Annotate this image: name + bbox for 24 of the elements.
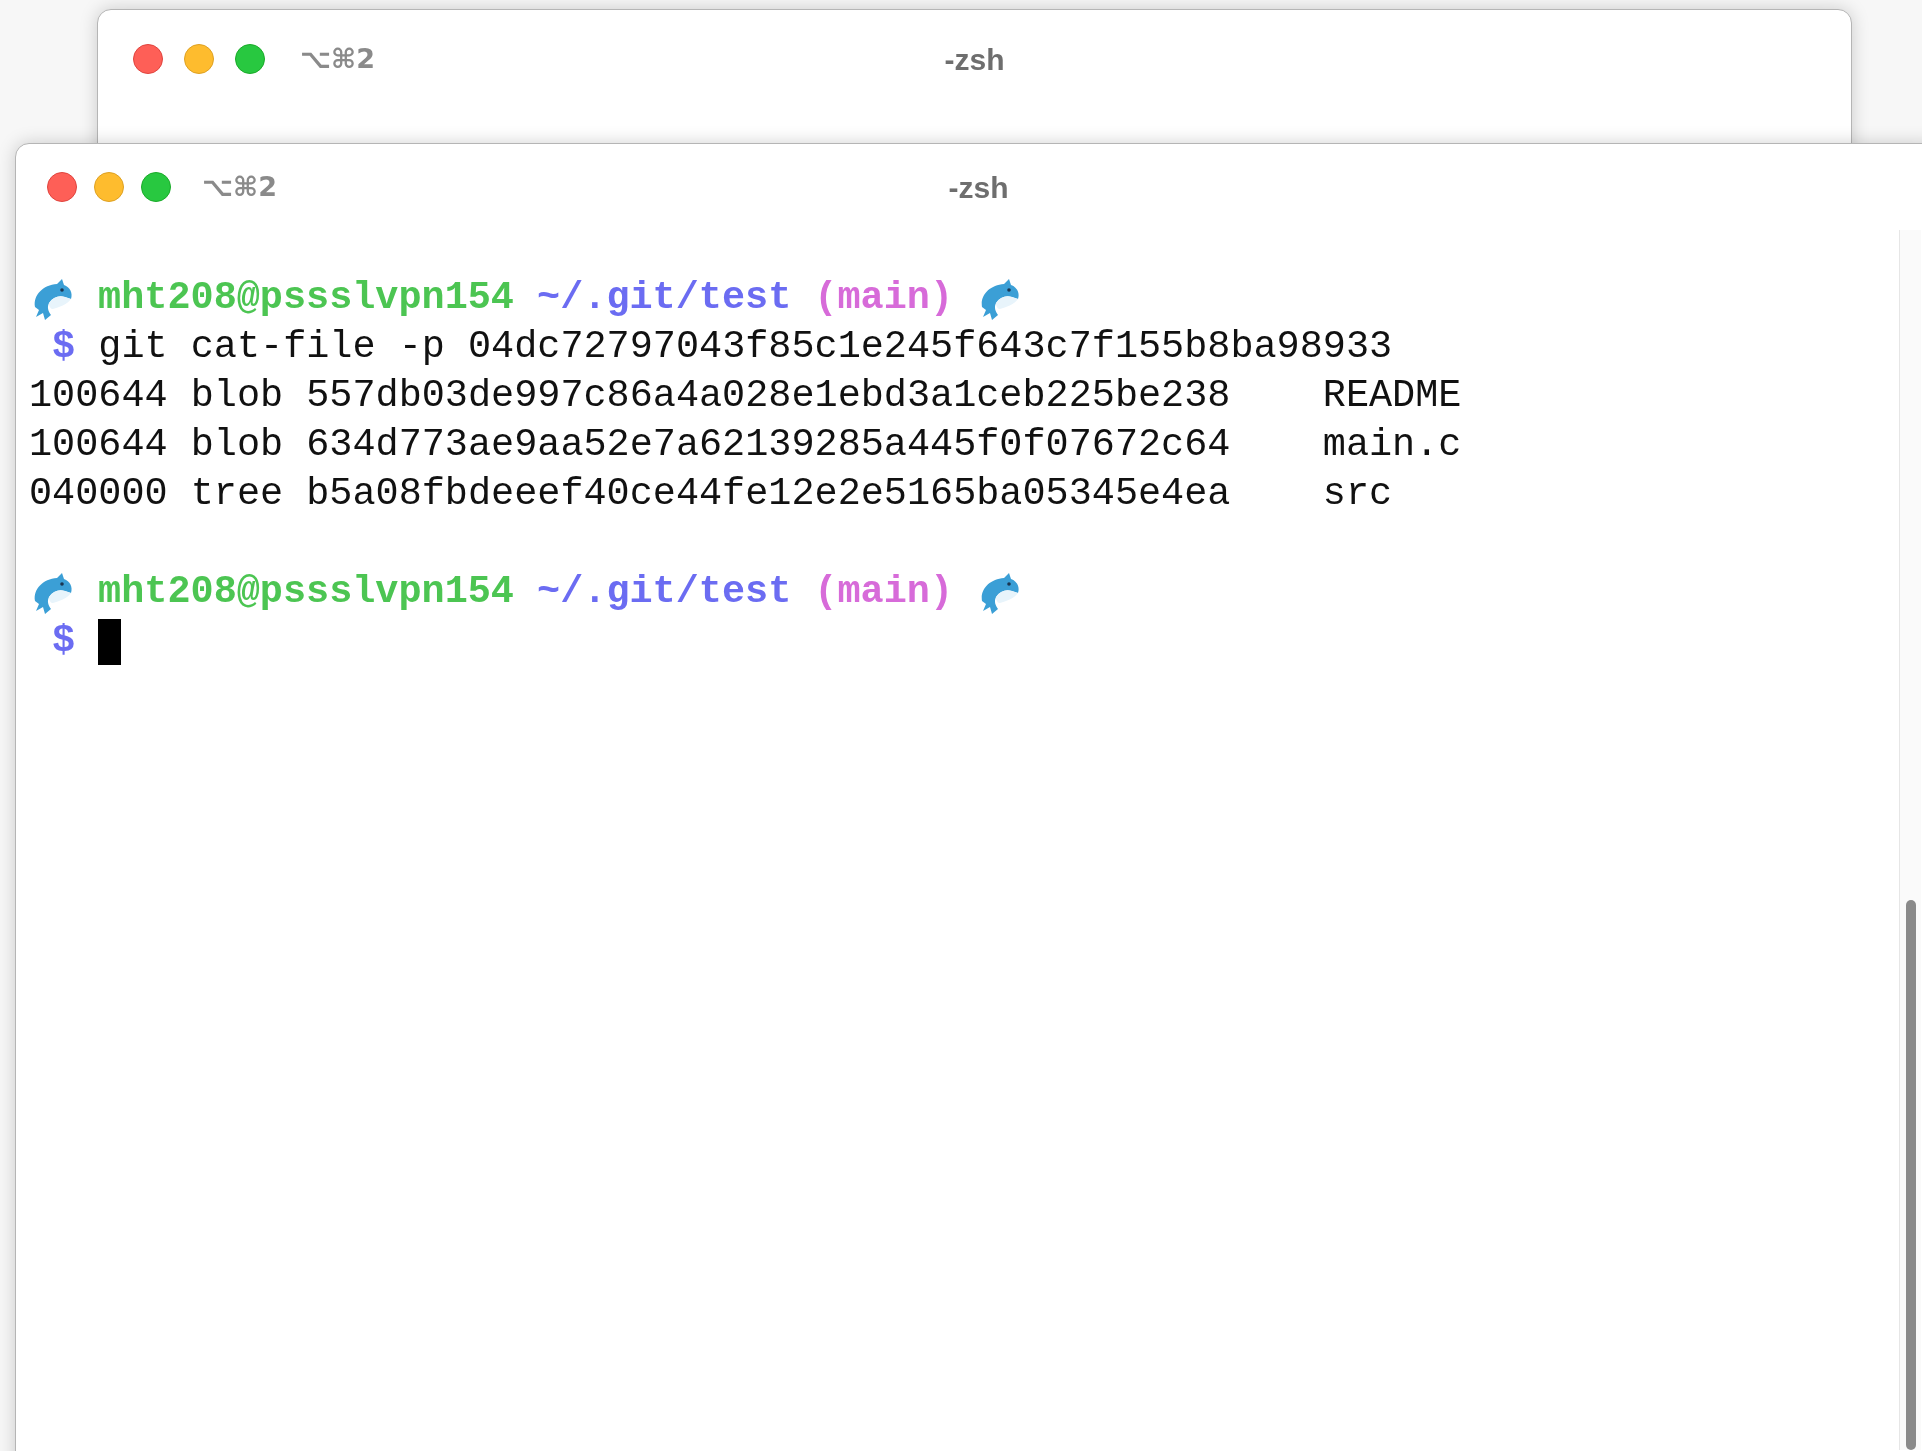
window-title: -zsh	[948, 169, 1009, 206]
scrollbar-thumb[interactable]	[1906, 900, 1916, 1450]
zoom-button[interactable]	[235, 44, 265, 74]
output-line: 100644 blob 557db03de997c86a4a028e1ebd3a1ceb225be238 README	[29, 373, 1462, 420]
prompt-symbol: $	[52, 618, 76, 665]
output-line: 040000 tree b5a08fbdeeef40ce44fe12e2e5165ba05345e4ea src	[29, 471, 1393, 518]
text-cursor	[98, 618, 122, 665]
shortcut-label: ⌥⌘2	[300, 41, 375, 76]
prompt-branch: (main)	[814, 569, 953, 616]
prompt-user-host: mht208@pssslvpn154	[98, 275, 514, 322]
close-button[interactable]	[47, 172, 77, 202]
prompt-user-host: mht208@pssslvpn154	[98, 569, 514, 616]
shortcut-label: ⌥⌘2	[202, 169, 277, 204]
minimize-button[interactable]	[94, 172, 124, 202]
prompt-path: ~/.git/test	[537, 275, 792, 322]
window-title: -zsh	[944, 41, 1005, 78]
close-button[interactable]	[133, 44, 163, 74]
zoom-button[interactable]	[141, 172, 171, 202]
output-line: 100644 blob 634d773ae9aa52e7a62139285a445f0f07672c64 main.c	[29, 422, 1462, 469]
prompt-symbol: $	[52, 324, 76, 371]
prompt-branch: (main)	[814, 275, 953, 322]
minimize-button[interactable]	[184, 44, 214, 74]
prompt-path: ~/.git/test	[537, 569, 792, 616]
command-text: git cat-file -p 04dc72797043f85c1e245f643c7f155b8ba98933	[98, 324, 1393, 371]
